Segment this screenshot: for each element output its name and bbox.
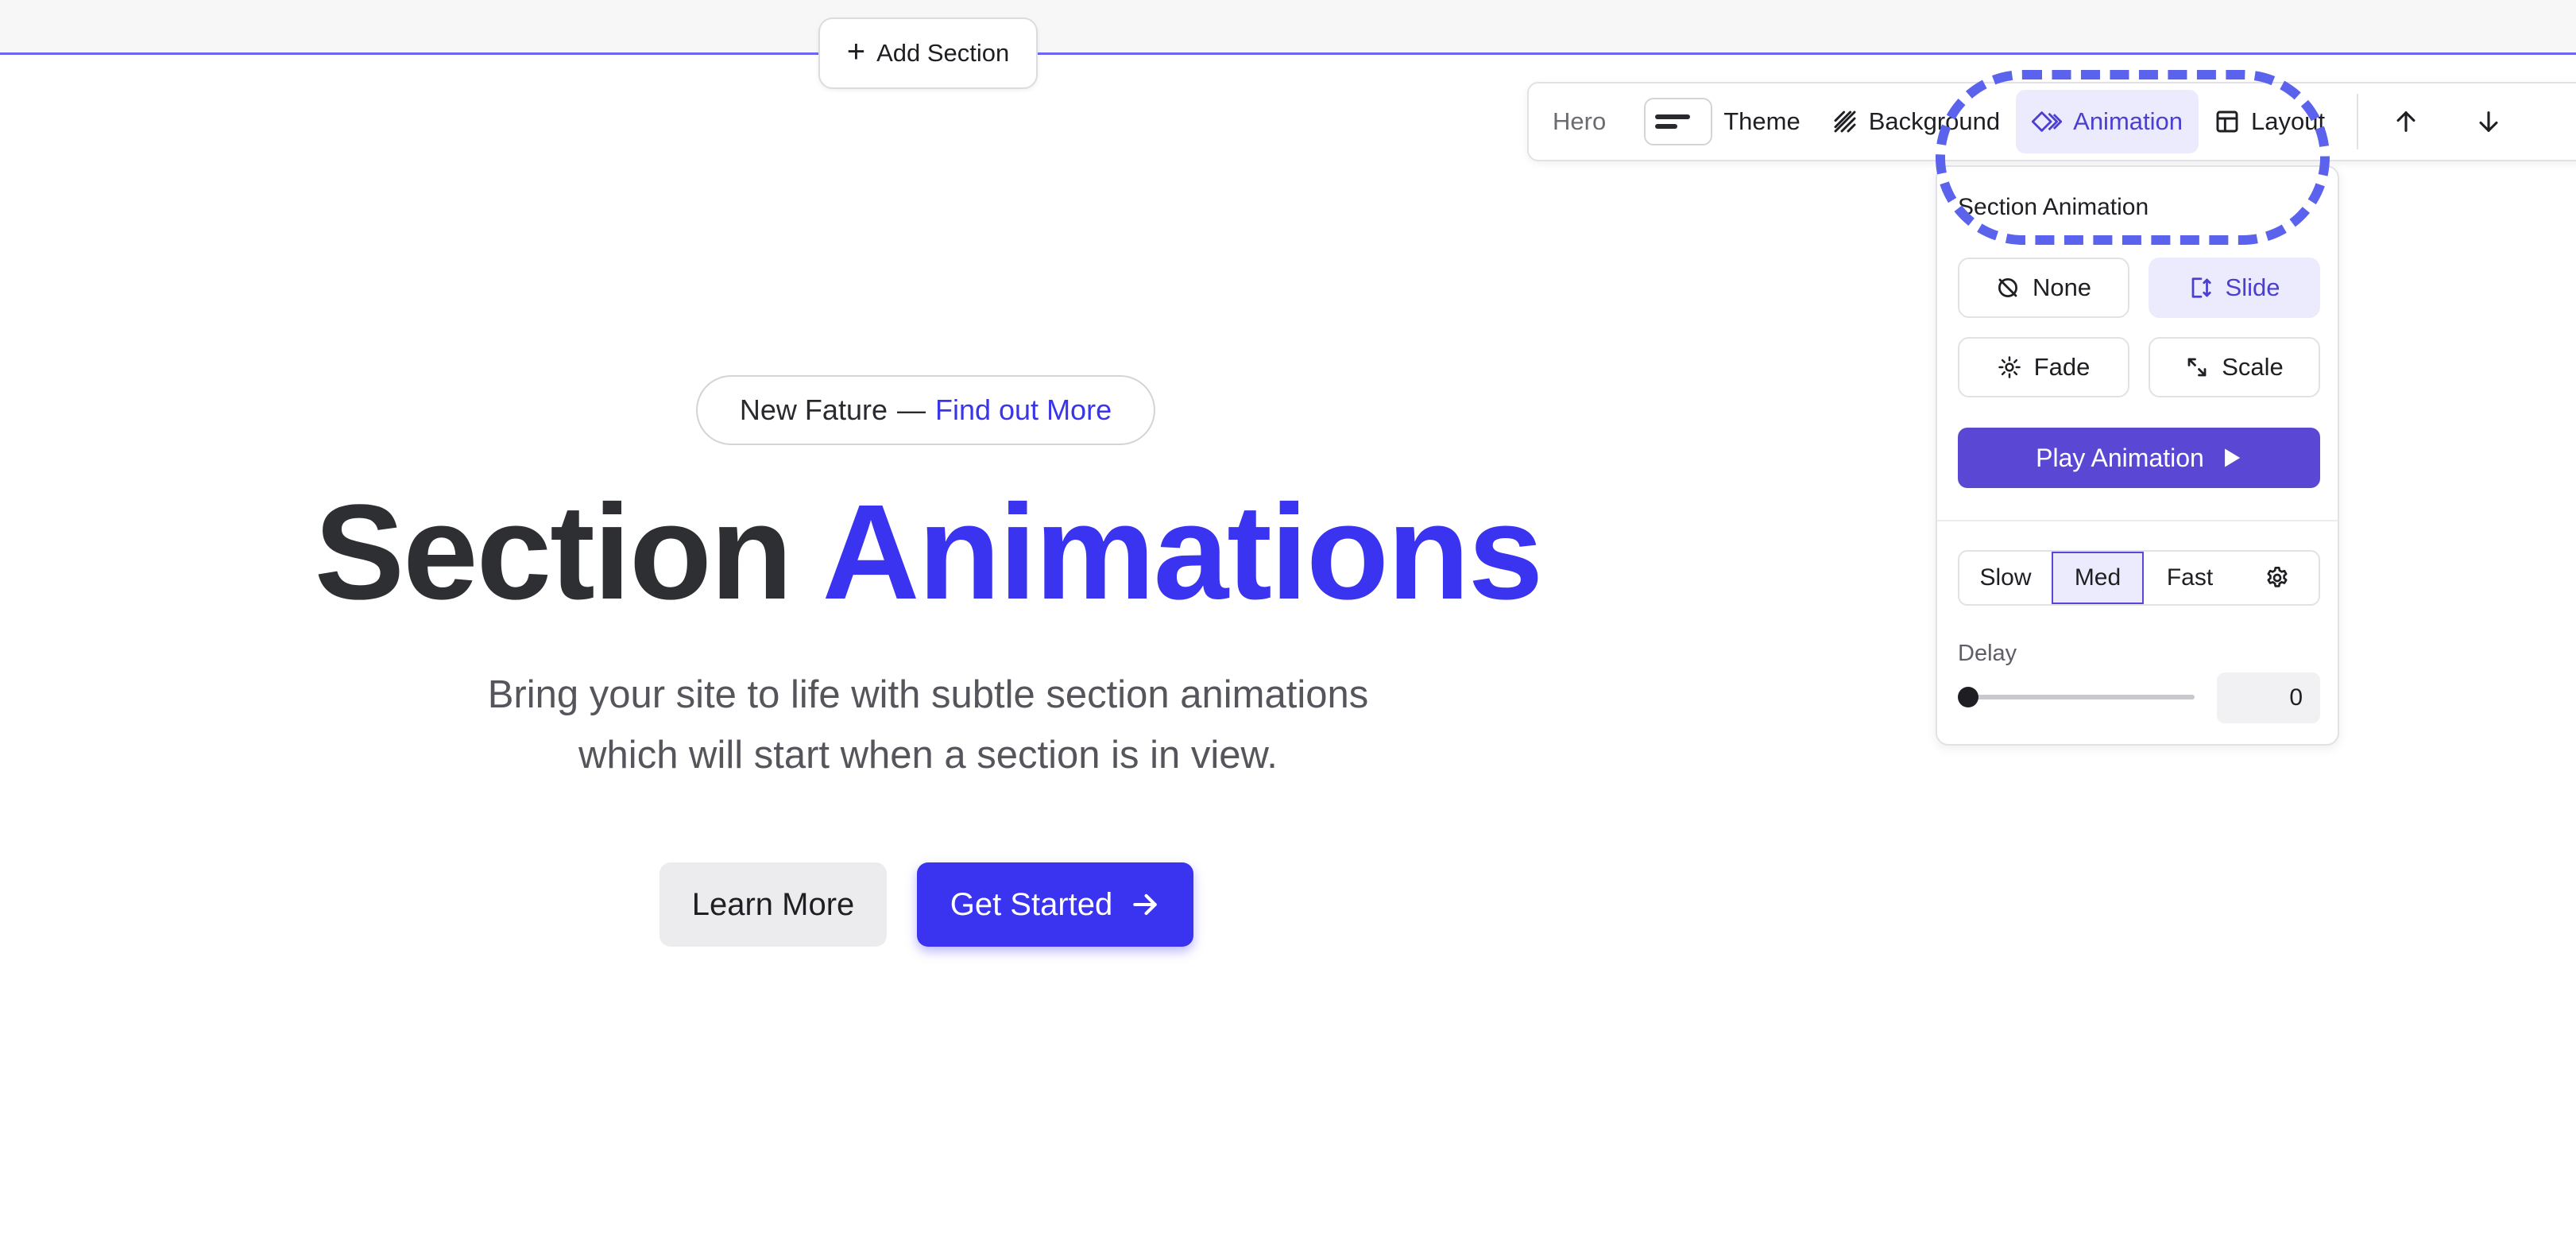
find-out-more-link[interactable]: Find out More [935, 393, 1112, 427]
add-section-button[interactable]: + Add Section [818, 17, 1038, 89]
animation-option-none[interactable]: None [1958, 258, 2129, 318]
hero-title-accent: Animations [822, 477, 1544, 628]
badge-dash: — [896, 393, 926, 426]
move-section-up-button[interactable] [2374, 90, 2438, 153]
hero-subtitle: Bring your site to life with subtle sect… [0, 665, 1856, 785]
speed-segmented-control: Slow Med Fast [1958, 550, 2320, 606]
expand-arrows-icon [2187, 358, 2207, 377]
sun-icon [1998, 356, 2021, 378]
animation-option-label: Scale [2222, 353, 2284, 381]
panel-divider [1937, 520, 2338, 521]
speed-option-med[interactable]: Med [2052, 552, 2144, 604]
get-started-button[interactable]: Get Started [917, 862, 1193, 947]
speed-option-fast[interactable]: Fast [2144, 552, 2236, 604]
arrow-down-icon [2479, 111, 2498, 132]
delay-slider-thumb[interactable] [1958, 687, 1978, 707]
delay-slider[interactable] [1958, 685, 2196, 709]
plus-icon: + [846, 34, 866, 69]
theme-swatch-icon [1644, 98, 1713, 145]
dashed-highlight-annotation [1936, 70, 2330, 245]
arrow-right-icon [1133, 893, 1158, 916]
hero-subtitle-line: Bring your site to life with subtle sect… [487, 673, 1369, 716]
animation-option-slide[interactable]: Slide [2149, 258, 2320, 318]
arrow-up-icon [2396, 111, 2415, 132]
toolbar-theme-button[interactable]: Theme [1628, 90, 1816, 153]
diagonal-stripes-icon [1834, 110, 1856, 133]
animation-option-label: Fade [2033, 353, 2091, 381]
animation-option-label: None [2032, 273, 2092, 301]
get-started-label: Get Started [950, 886, 1113, 922]
hero-subtitle-line: which will start when a section is in vi… [578, 734, 1278, 777]
move-section-down-button[interactable] [2457, 90, 2520, 153]
editor-top-strip [0, 0, 2576, 54]
animation-option-scale[interactable]: Scale [2149, 337, 2320, 397]
toolbar-theme-label: Theme [1723, 107, 1800, 135]
animation-settings-panel: Section Animation None Slide Fade Scale … [1936, 165, 2339, 746]
animation-option-fade[interactable]: Fade [1958, 337, 2129, 397]
slide-icon [2191, 277, 2211, 298]
animation-option-label: Slide [2225, 273, 2280, 301]
toolbar-divider [2357, 94, 2359, 149]
add-section-label: Add Section [876, 39, 1010, 67]
play-animation-label: Play Animation [2036, 443, 2204, 472]
badge-text: New Fature [739, 393, 888, 426]
circle-slash-icon [1998, 278, 2017, 297]
learn-more-button[interactable]: Learn More [659, 862, 887, 947]
play-icon [2224, 448, 2241, 467]
play-animation-button[interactable]: Play Animation [1958, 428, 2320, 488]
speed-settings-button[interactable] [2236, 552, 2319, 604]
delay-slider-track [1966, 695, 2195, 699]
toolbar-section-label: Hero [1553, 107, 1607, 135]
section-boundary-line [0, 52, 2576, 55]
delay-input[interactable] [2217, 672, 2320, 723]
delay-label: Delay [1958, 641, 2017, 666]
speed-option-slow[interactable]: Slow [1959, 552, 2052, 604]
new-feature-badge: New Fature — Find out More [696, 375, 1155, 445]
hero-title-part1: Section [314, 477, 793, 628]
gear-icon [2267, 567, 2288, 587]
hero-title: Section Animations [0, 485, 1856, 620]
